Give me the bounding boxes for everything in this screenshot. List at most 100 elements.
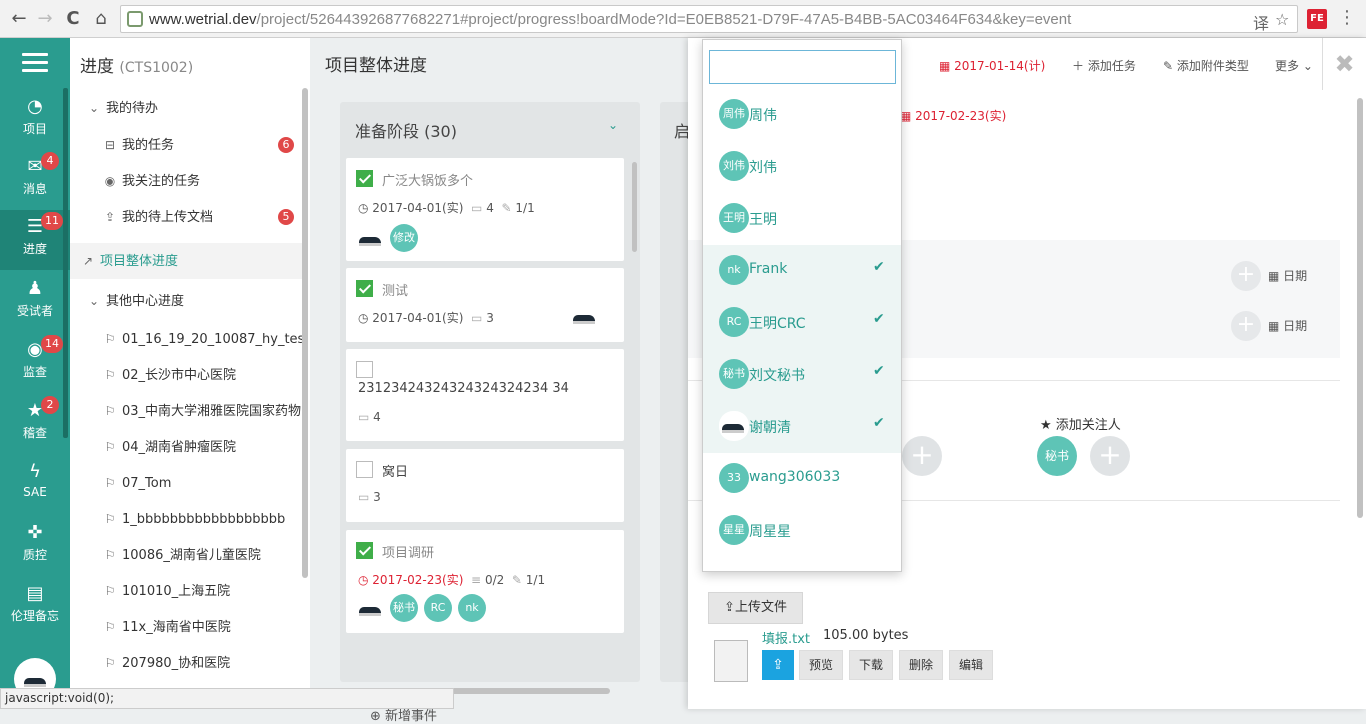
sidebar-center-item[interactable]: ⚐ 01_16_19_20_10087_hy_test (70, 321, 302, 357)
user-avatar: 秘书 (390, 594, 418, 622)
file-upload-button[interactable]: ⇪ (762, 650, 794, 680)
nav-item-monitor[interactable]: ◉ 监查 14 (0, 333, 70, 391)
sidebar-group-other-centers[interactable]: ⌄ 其他中心进度 (70, 283, 302, 319)
check-icon: ✔ (873, 311, 885, 327)
user-avatar: 修改 (390, 224, 418, 252)
task-checkbox[interactable] (356, 542, 373, 559)
member-option[interactable]: nk Frank ✔ (703, 245, 901, 297)
home-icon[interactable]: ⌂ (90, 8, 112, 30)
date-field[interactable]: ▦ 日期 (1268, 317, 1307, 334)
add-date-button[interactable]: + (1231, 311, 1261, 341)
sidebar-item-my-tasks[interactable]: ⊟ 我的任务 6 (70, 127, 302, 163)
column-scrollbar[interactable] (632, 162, 637, 252)
card-meta: ◷ 2017-04-01(实) ▭ 4 ✎ 1/1 (358, 201, 535, 215)
nav-scrollbar[interactable] (63, 88, 68, 438)
audit-badge: 2 (41, 396, 59, 414)
add-date-button[interactable]: + (1231, 261, 1261, 291)
upload-file-button[interactable]: ⇪上传文件 (708, 592, 803, 624)
task-checkbox[interactable] (356, 280, 373, 297)
card-meta: ▭ 3 (358, 490, 381, 504)
nav-item-messages[interactable]: ✉ 消息 4 (0, 150, 70, 208)
member-option[interactable]: 秘书 刘文秘书 ✔ (703, 349, 901, 401)
extension-icon[interactable]: FE (1307, 9, 1327, 29)
nav-item-sae[interactable]: ϟ SAE (0, 455, 70, 513)
app-nav: ◔ 项目 ✉ 消息 4 ☰ 进度 11 ♟ 受试者 ◉ 监查 14 ★ 稽查 2… (0, 38, 70, 709)
follower-avatar: 秘书 (1037, 436, 1077, 476)
sidebar-item-uploads[interactable]: ⇪ 我的待上传文档 5 (70, 199, 302, 235)
member-option[interactable]: 谢朝清 ✔ (703, 401, 901, 453)
board-scrollbar[interactable] (450, 688, 610, 694)
task-checkbox[interactable] (356, 170, 373, 187)
task-card[interactable]: 项目调研 ◷ 2017-02-23(实) ≡ 0/2 ✎ 1/1 秘书 RC n… (346, 530, 624, 633)
add-follower-label: ★ 添加关注人 (1040, 418, 1121, 433)
forward-arrow-icon[interactable]: → (34, 8, 56, 30)
plan-date[interactable]: ▦ 2017-01-14(计) (939, 57, 1045, 74)
task-checkbox[interactable] (356, 461, 373, 478)
hamburger-menu-icon[interactable] (22, 53, 48, 73)
download-button[interactable]: 下载 (849, 650, 893, 680)
panel-scrollbar[interactable] (1357, 98, 1363, 518)
member-option[interactable]: 王明 王明 (703, 193, 901, 245)
sidebar-item-overall[interactable]: ↗ 项目整体进度 (70, 243, 302, 279)
sidebar-title: 进度 (CTS1002) (80, 57, 194, 77)
member-option[interactable]: RC 王明CRC ✔ (703, 297, 901, 349)
actual-date[interactable]: ▦ 2017-02-23(实) (900, 107, 1006, 124)
chevron-down-icon[interactable]: ⌄ (608, 118, 618, 132)
address-bar[interactable]: www.wetrial.dev/project/5264439268776822… (120, 5, 1298, 33)
member-search-input[interactable] (709, 50, 896, 84)
url-text[interactable]: www.wetrial.dev/project/5264439268776822… (149, 11, 1071, 28)
task-checkbox[interactable] (356, 361, 373, 378)
reload-icon[interactable]: C (62, 8, 84, 30)
nav-item-qc[interactable]: ✜ 质控 (0, 516, 70, 574)
member-option[interactable]: 33 wang306033 (703, 453, 901, 505)
sidebar-center-item[interactable]: ⚐ 02_长沙市中心医院 (70, 357, 302, 393)
user-avatar: nk (458, 594, 486, 622)
memo-icon: ▤ (26, 583, 44, 604)
add-task-button[interactable]: ＋ 添加任务 (1072, 57, 1136, 74)
member-option[interactable]: 周伟 周伟 (703, 89, 901, 141)
task-card[interactable]: 广泛大锅饭多个 ◷ 2017-04-01(实) ▭ 4 ✎ 1/1 修改 (346, 158, 624, 261)
sidebar-center-item[interactable]: ⚐ 11x_海南省中医院 (70, 609, 302, 645)
crosshair-icon: ✜ (27, 522, 43, 543)
browser-menu-icon[interactable]: ⋮ (1338, 7, 1356, 28)
task-card[interactable]: 窝日 ▭ 3 (346, 449, 624, 522)
close-icon[interactable]: ✖ (1322, 38, 1366, 90)
nav-item-progress[interactable]: ☰ 进度 11 (0, 210, 70, 270)
sidebar-center-item[interactable]: ⚐ 04_湖南省肿瘤医院 (70, 429, 302, 465)
eye-icon: ◉ (104, 174, 116, 188)
delete-button[interactable]: 删除 (899, 650, 943, 680)
sidebar-center-item[interactable]: ⚐ 03_中南大学湘雅医院国家药物 (70, 393, 302, 429)
nav-item-subjects[interactable]: ♟ 受试者 (0, 272, 70, 330)
date-field[interactable]: ▦ 日期 (1268, 267, 1307, 284)
flag-icon: ⚐ (104, 368, 116, 382)
nav-item-audit[interactable]: ★ 稽查 2 (0, 394, 70, 452)
sidebar-group-my-todo[interactable]: ⌄ 我的待办 (70, 90, 302, 126)
back-arrow-icon[interactable]: ← (8, 8, 30, 30)
add-member-button[interactable]: + (902, 436, 942, 476)
bookmark-star-icon[interactable]: ☆ (1275, 10, 1289, 29)
add-attachment-type-button[interactable]: ✎ 添加附件类型 (1163, 57, 1249, 74)
member-option[interactable]: 星星 周星星 (703, 505, 901, 557)
add-follower-button[interactable]: + (1090, 436, 1130, 476)
page-info-icon[interactable] (127, 11, 143, 27)
card-meta: ◷ 2017-02-23(实) ≡ 0/2 ✎ 1/1 (358, 573, 546, 587)
nav-item-project[interactable]: ◔ 项目 (0, 90, 70, 148)
sidebar-center-item[interactable]: ⚐ 1_bbbbbbbbbbbbbbbbbb (70, 501, 302, 537)
nav-item-ethics[interactable]: ▤ 伦理备忘 (0, 577, 70, 635)
task-card[interactable]: 23123424324324324324234 34 ▭ 4 (346, 349, 624, 441)
sidebar-center-item[interactable]: ⚐ 101010_上海五院 (70, 573, 302, 609)
sidebar-center-item[interactable]: ⚐ 207980_协和医院 (70, 645, 302, 681)
sidebar-item-watched[interactable]: ◉ 我关注的任务 (70, 163, 302, 199)
task-card[interactable]: 测试 ◷ 2017-04-01(实) ▭ 3 (346, 268, 624, 342)
edit-button[interactable]: 编辑 (949, 650, 993, 680)
preview-button[interactable]: 预览 (799, 650, 843, 680)
more-menu[interactable]: 更多 ⌄ (1275, 57, 1313, 74)
sidebar-scrollbar[interactable] (302, 88, 308, 578)
member-option[interactable]: 刘伟 刘伟 (703, 141, 901, 193)
sidebar-center-item[interactable]: ⚐ 07_Tom (70, 465, 302, 501)
sidebar-center-item[interactable]: ⚐ 10086_湖南省儿童医院 (70, 537, 302, 573)
translate-icon[interactable]: 译 (1253, 10, 1269, 34)
file-name-link[interactable]: 填报.txt (762, 628, 810, 647)
check-icon: ✔ (873, 363, 885, 379)
file-size: 105.00 bytes (823, 628, 909, 643)
